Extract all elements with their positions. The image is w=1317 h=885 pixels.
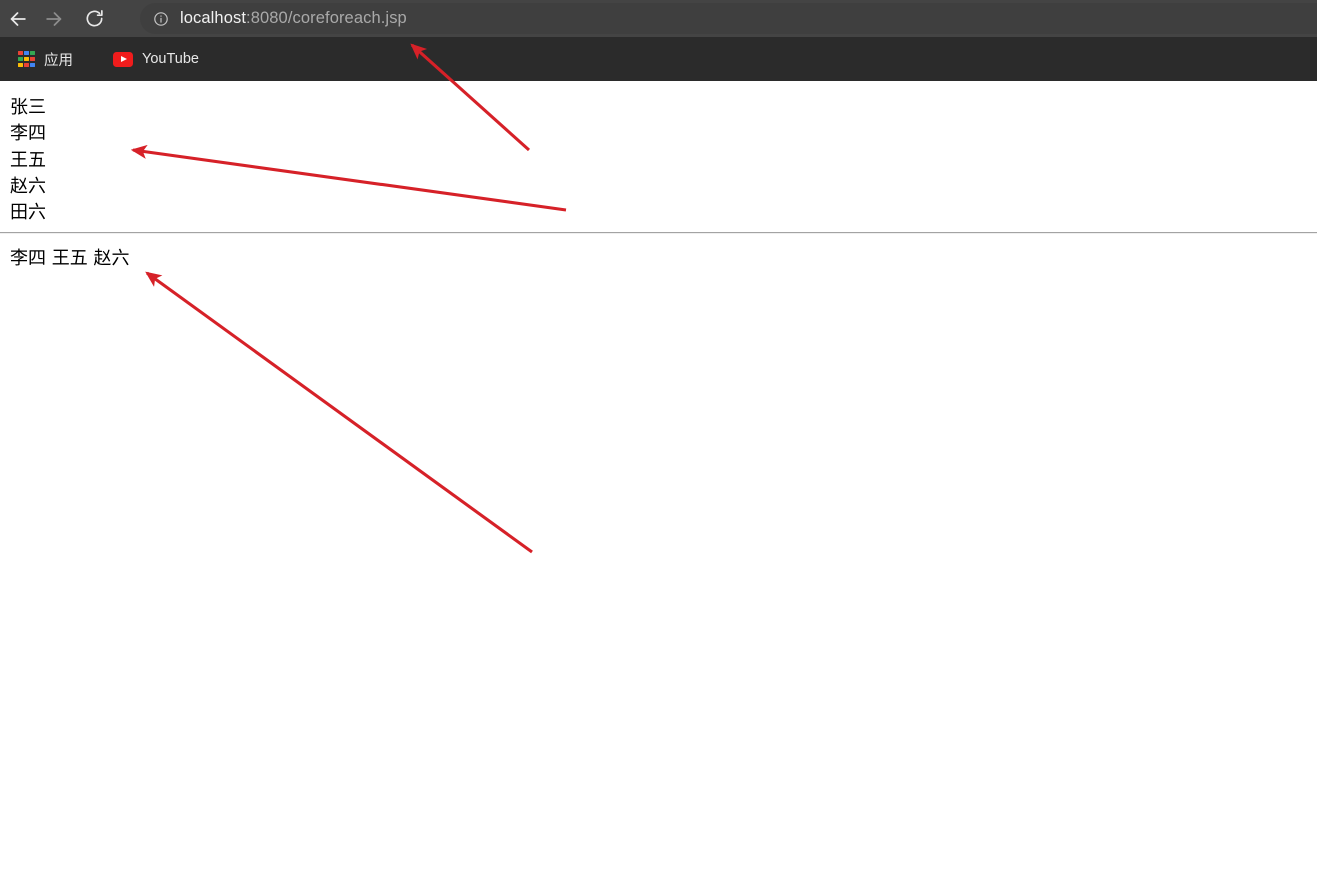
address-bar-url: localhost:8080/coreforeach.jsp	[180, 9, 407, 28]
url-host: localhost	[180, 9, 247, 27]
arrow-right-icon	[43, 8, 65, 30]
arrow-left-icon	[7, 8, 29, 30]
apps-grid-icon	[18, 50, 35, 68]
bookmark-apps-label: 应用	[44, 52, 73, 69]
page-viewport: 张三 李四 王五 赵六 田六 李四 王五 赵六	[0, 81, 1317, 885]
bookmark-youtube[interactable]: YouTube	[109, 45, 203, 73]
bookmark-youtube-label: YouTube	[142, 51, 199, 67]
list-item: 王五	[10, 149, 46, 171]
name-list: 张三 李四 王五 赵六 田六	[0, 81, 1317, 226]
list-item: 张三	[10, 97, 46, 118]
list-item: 李四	[10, 123, 46, 145]
youtube-icon	[113, 51, 133, 67]
info-circle-icon[interactable]	[148, 6, 174, 32]
browser-chrome: localhost:8080/coreforeach.jsp 应用 YouTub…	[0, 0, 1317, 81]
url-path: :8080/coreforeach.jsp	[246, 9, 407, 27]
bookmarks-bar: 应用 YouTube	[0, 37, 1317, 81]
browser-toolbar: localhost:8080/coreforeach.jsp	[0, 0, 1317, 37]
forward-button[interactable]	[36, 1, 72, 37]
horizontal-rule	[0, 232, 1317, 234]
bookmark-apps[interactable]: 应用	[14, 45, 77, 73]
back-button[interactable]	[0, 1, 36, 37]
list-item: 田六	[10, 202, 46, 224]
list-item: 赵六	[10, 175, 46, 197]
reload-button[interactable]	[76, 1, 112, 37]
joined-names-line: 李四 王五 赵六	[10, 248, 130, 269]
address-bar[interactable]: localhost:8080/coreforeach.jsp	[140, 3, 1317, 34]
reload-icon	[84, 8, 105, 29]
